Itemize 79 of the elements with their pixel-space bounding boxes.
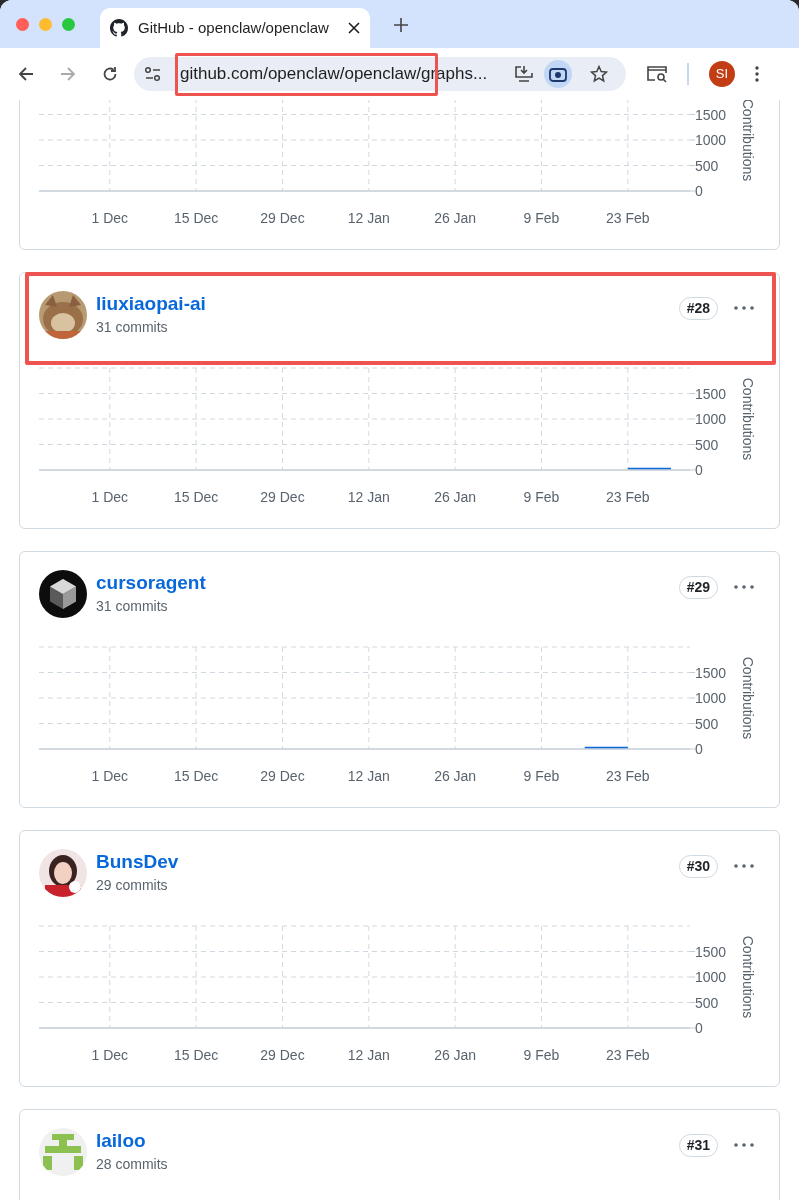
axis-label: 0 <box>695 741 703 757</box>
more-options-icon[interactable] <box>734 864 754 868</box>
axis-label: 29 Dec <box>260 768 305 784</box>
camera-icon <box>549 66 567 82</box>
chart-line <box>583 746 629 749</box>
install-app-icon[interactable] <box>514 65 534 83</box>
commit-count: 29 commits <box>96 876 169 895</box>
axis-label: 1000 <box>695 132 727 148</box>
axis-label: 0 <box>695 1020 703 1036</box>
axis-label: 1000 <box>695 690 727 706</box>
axis-title: Contributions <box>740 656 756 740</box>
identicon-avatar-icon <box>39 1128 87 1176</box>
cat-logo-icon <box>110 19 128 37</box>
axis-label: 1 Dec <box>91 210 129 226</box>
tab-title: GitHub - openclaw/openclaw <box>138 17 330 38</box>
axis-label: 9 Feb <box>523 1047 560 1063</box>
lens-button[interactable] <box>544 60 572 88</box>
axis-label: 500 <box>695 994 719 1011</box>
star-icon[interactable] <box>590 65 608 83</box>
axis-label: 0 <box>695 183 703 199</box>
axis-label: 15 Dec <box>173 489 219 505</box>
contributor-name-link[interactable]: lailoo <box>96 1128 168 1154</box>
axis-label: 1 Dec <box>91 489 129 505</box>
axis-label: 500 <box>695 715 719 732</box>
axis-label: 1500 <box>695 664 727 681</box>
axis-title: Contributions <box>740 100 756 182</box>
axis-label: 29 Dec <box>260 489 305 505</box>
more-options-icon[interactable] <box>734 1143 754 1147</box>
axis-label: 12 Jan <box>347 489 390 505</box>
axis-label: 23 Feb <box>606 489 650 505</box>
axis-label: 12 Jan <box>347 768 390 784</box>
axis-label: 9 Feb <box>523 489 560 505</box>
axis-label: 29 Dec <box>260 1047 305 1063</box>
reload-icon[interactable] <box>102 66 118 82</box>
axis-label: 23 Feb <box>606 1047 650 1063</box>
axis-label: 29 Dec <box>260 210 305 226</box>
contributor-name-link[interactable]: BunsDev <box>96 849 179 875</box>
axis-label: 1000 <box>695 969 727 985</box>
commit-count: 28 commits <box>96 1155 168 1174</box>
axis-label: 1000 <box>695 411 727 427</box>
tab-search-icon[interactable] <box>646 65 668 83</box>
axis-label: 500 <box>695 436 719 453</box>
axis-label: 9 Feb <box>523 768 560 784</box>
axis-label: 15 Dec <box>173 768 219 784</box>
axis-label: 1500 <box>695 943 727 960</box>
axis-label: 9 Feb <box>523 210 560 226</box>
menu-icon[interactable] <box>755 66 759 82</box>
axis-label: 15 Dec <box>173 1047 219 1063</box>
axis-label: 26 Jan <box>434 489 477 505</box>
axis-label: 12 Jan <box>347 210 390 226</box>
axis-label: 26 Jan <box>434 768 477 784</box>
axis-label: 1500 <box>695 106 727 123</box>
axis-label: 12 Jan <box>347 1047 390 1063</box>
axis-label: 23 Feb <box>606 210 650 226</box>
axis-label: 26 Jan <box>434 1047 477 1063</box>
contributor-name-link[interactable]: cursoragent <box>96 570 206 596</box>
close-icon[interactable] <box>348 22 360 34</box>
axis-title: Contributions <box>740 377 756 461</box>
more-options-icon[interactable] <box>734 585 754 589</box>
browser-tab[interactable]: GitHub - openclaw/openclaw <box>100 8 370 48</box>
axis-label: 26 Jan <box>434 210 477 226</box>
cube-avatar-icon <box>39 570 87 618</box>
axis-label: 15 Dec <box>173 210 219 226</box>
axis-label: 500 <box>695 157 719 174</box>
axis-label: 1500 <box>695 385 727 402</box>
profile-avatar[interactable]: SI <box>709 61 735 87</box>
commit-count: 31 commits <box>96 597 169 616</box>
back-icon[interactable] <box>18 66 34 82</box>
axis-title: Contributions <box>740 935 756 1019</box>
axis-label: 23 Feb <box>606 768 650 784</box>
axis-label: 1 Dec <box>91 768 129 784</box>
commit-count: 31 commits <box>96 318 169 337</box>
more-options-icon[interactable] <box>734 306 754 310</box>
new-tab-icon[interactable] <box>394 18 408 32</box>
chart-line <box>627 467 672 470</box>
axis-label: 1 Dec <box>91 1047 129 1063</box>
contributor-name-link[interactable]: liuxiaopai-ai <box>96 291 206 317</box>
site-settings-icon[interactable] <box>144 66 162 82</box>
axis-label: 0 <box>695 462 703 478</box>
